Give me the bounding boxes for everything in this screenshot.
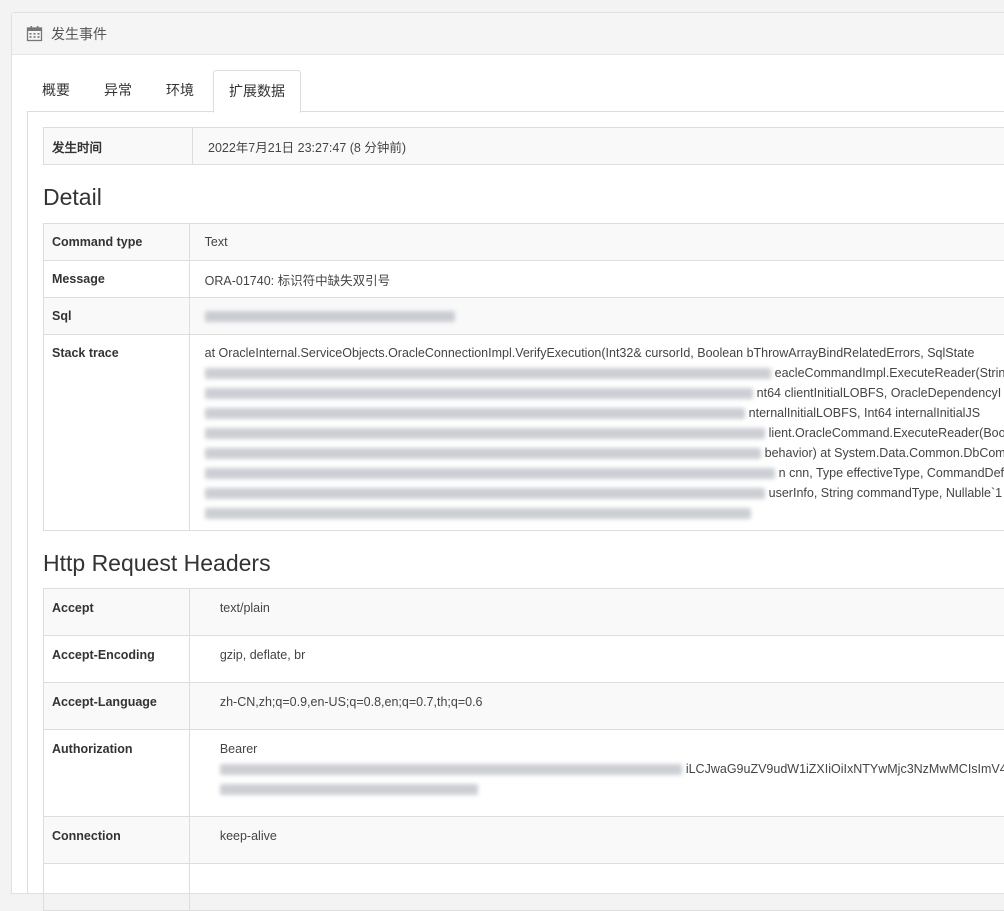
connection-value: keep-alive bbox=[189, 817, 1004, 864]
next-header-value bbox=[189, 864, 1004, 911]
command-type-label: Command type bbox=[44, 224, 190, 261]
stack-text: nternalInitialLOBFS, Int64 internalIniti… bbox=[749, 406, 980, 420]
redacted-text bbox=[205, 468, 775, 479]
stack-line: lient.OracleCommand.ExecuteReader(Bool bbox=[205, 423, 1004, 443]
sql-label: Sql bbox=[44, 298, 190, 335]
headers-heading: Http Request Headers bbox=[43, 550, 271, 577]
auth-line: Bearer bbox=[220, 739, 1004, 759]
tab-bar: 概要 异常 环境 扩展数据 bbox=[27, 70, 1004, 112]
stack-line: userInfo, String commandType, Nullable`1 bbox=[205, 483, 1004, 503]
stack-trace-label: Stack trace bbox=[44, 335, 190, 531]
redacted-text bbox=[205, 368, 771, 379]
stack-line: at OracleInternal.ServiceObjects.OracleC… bbox=[205, 343, 1004, 363]
table-row: Accept-Encoding gzip, deflate, br bbox=[44, 636, 1004, 683]
redacted-text bbox=[205, 448, 761, 459]
stack-text: nt64 clientInitialLOBFS, OracleDependenc… bbox=[757, 386, 1002, 400]
message-label: Message bbox=[44, 261, 190, 298]
accept-label: Accept bbox=[44, 589, 190, 636]
tab-content: 发生时间 2022年7月21日 23:27:47 (8 分钟前) Detail … bbox=[27, 111, 1004, 893]
accept-language-label: Accept-Language bbox=[44, 683, 190, 730]
accept-value: text/plain bbox=[189, 589, 1004, 636]
stack-line bbox=[205, 503, 1004, 523]
table-row: Sql bbox=[44, 298, 1004, 335]
stack-line: nternalInitialLOBFS, Int64 internalIniti… bbox=[205, 403, 1004, 423]
stack-line: nt64 clientInitialLOBFS, OracleDependenc… bbox=[205, 383, 1004, 403]
table-row: 发生时间 2022年7月21日 23:27:47 (8 分钟前) bbox=[44, 128, 1004, 165]
redacted-text bbox=[220, 764, 682, 775]
tab-extended-data[interactable]: 扩展数据 bbox=[213, 70, 301, 113]
occurred-label: 发生时间 bbox=[44, 128, 193, 165]
headers-table: Accept text/plain Accept-Encoding gzip, … bbox=[43, 588, 1004, 911]
connection-label: Connection bbox=[44, 817, 190, 864]
redacted-text bbox=[205, 388, 753, 399]
table-row: Command type Text bbox=[44, 224, 1004, 261]
occurred-table: 发生时间 2022年7月21日 23:27:47 (8 分钟前) bbox=[43, 127, 1004, 165]
authorization-value: Bearer iLCJwaG9uZV9udW1iZXIiOiIxNTYwMjc3… bbox=[189, 730, 1004, 817]
sql-value bbox=[189, 298, 1004, 335]
table-row bbox=[44, 864, 1004, 911]
stack-text: at OracleInternal.ServiceObjects.OracleC… bbox=[205, 346, 975, 360]
table-row: Accept text/plain bbox=[44, 589, 1004, 636]
next-header-label bbox=[44, 864, 190, 911]
tab-exception[interactable]: 异常 bbox=[89, 70, 147, 110]
panel-title: 发生事件 bbox=[51, 24, 107, 44]
authorization-label: Authorization bbox=[44, 730, 190, 817]
accept-language-value: zh-CN,zh;q=0.9,en-US;q=0.8,en;q=0.7,th;q… bbox=[189, 683, 1004, 730]
table-row: Message ORA-01740: 标识符中缺失双引号 bbox=[44, 261, 1004, 298]
occurred-value: 2022年7月21日 23:27:47 (8 分钟前) bbox=[193, 128, 1004, 165]
tab-overview[interactable]: 概要 bbox=[27, 70, 85, 110]
redacted-text bbox=[205, 488, 765, 499]
redacted-text bbox=[205, 408, 745, 419]
auth-line bbox=[220, 779, 1004, 799]
stack-text: behavior) at System.Data.Common.DbCom bbox=[765, 446, 1004, 460]
panel-header: 发生事件 bbox=[12, 13, 1004, 55]
detail-table: Command type Text Message ORA-01740: 标识符… bbox=[43, 223, 1004, 531]
stack-line: n cnn, Type effectiveType, CommandDefini… bbox=[205, 463, 1004, 483]
accept-encoding-label: Accept-Encoding bbox=[44, 636, 190, 683]
table-row: Authorization Bearer iLCJwaG9uZV9udW1iZX… bbox=[44, 730, 1004, 817]
tab-environment[interactable]: 环境 bbox=[151, 70, 209, 110]
redacted-text bbox=[205, 508, 751, 519]
stack-line: eacleCommandImpl.ExecuteReader(String c bbox=[205, 363, 1004, 383]
calendar-icon bbox=[26, 25, 43, 42]
table-row: Accept-Language zh-CN,zh;q=0.9,en-US;q=0… bbox=[44, 683, 1004, 730]
stack-text: userInfo, String commandType, Nullable`1 bbox=[769, 486, 1002, 500]
stack-text: eacleCommandImpl.ExecuteReader(String c bbox=[775, 366, 1004, 380]
message-value: ORA-01740: 标识符中缺失双引号 bbox=[189, 261, 1004, 298]
redacted-text bbox=[220, 784, 478, 795]
redacted-sql bbox=[205, 311, 455, 322]
auth-line: iLCJwaG9uZV9udW1iZXIiOiIxNTYwMjc3NzMwMCI… bbox=[220, 759, 1004, 779]
detail-heading: Detail bbox=[43, 184, 102, 211]
redacted-text bbox=[205, 428, 765, 439]
accept-encoding-value: gzip, deflate, br bbox=[189, 636, 1004, 683]
table-row: Stack trace at OracleInternal.ServiceObj… bbox=[44, 335, 1004, 531]
event-panel: 发生事件 概要 异常 环境 扩展数据 发生时间 2022年7月21日 23:27… bbox=[11, 12, 1004, 894]
stack-line: behavior) at System.Data.Common.DbCom bbox=[205, 443, 1004, 463]
stack-text: lient.OracleCommand.ExecuteReader(Bool bbox=[769, 426, 1004, 440]
table-row: Connection keep-alive bbox=[44, 817, 1004, 864]
stack-text: n cnn, Type effectiveType, CommandDefini… bbox=[779, 466, 1004, 480]
auth-scheme: Bearer bbox=[220, 742, 258, 756]
command-type-value: Text bbox=[189, 224, 1004, 261]
auth-token-tail: iLCJwaG9uZV9udW1iZXIiOiIxNTYwMjc3NzMwMCI… bbox=[686, 762, 1004, 776]
stack-trace-value: at OracleInternal.ServiceObjects.OracleC… bbox=[189, 335, 1004, 531]
